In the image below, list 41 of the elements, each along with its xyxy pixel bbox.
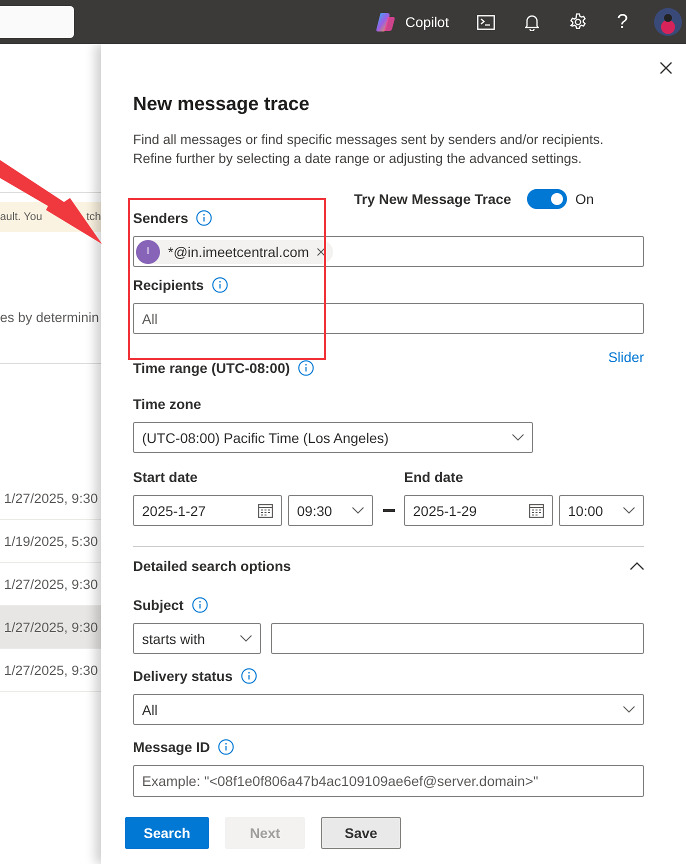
banner-text: tch: [86, 211, 101, 223]
copilot-button[interactable]: Copilot: [375, 11, 449, 33]
field-label: Start date: [133, 469, 198, 485]
button[interactable]: Save: [321, 817, 401, 849]
date-picker[interactable]: 2025-1-27: [133, 495, 282, 526]
sender-chip[interactable]: I *@in.imeetcentral.com: [136, 240, 334, 264]
field-label: Recipients: [133, 277, 204, 293]
section-label: Time range (UTC-08:00): [133, 360, 290, 376]
date-cell: 1/27/2025, 9:30: [4, 576, 98, 592]
senders-field[interactable]: I *@in.imeetcentral.com: [133, 236, 644, 267]
chip-text: *@in.imeetcentral.com: [168, 244, 310, 260]
field-label: Delivery status: [133, 668, 233, 684]
field-label: Subject: [133, 597, 184, 613]
date-cell: 1/19/2025, 5:30: [4, 534, 98, 548]
field-label: Message ID: [133, 739, 210, 755]
page-description: es by determinin: [0, 310, 100, 325]
toggle-state: On: [575, 191, 594, 207]
field-label: End date: [404, 469, 464, 485]
primary-button[interactable]: Search: [125, 817, 209, 849]
date-cell: 1/27/2025, 9:30: [4, 490, 98, 506]
panel-title: New message trace: [133, 94, 310, 116]
panel-description: Find all messages or find specific messages sent by senders and/or recipients. Refine further by selecting a date range or adjusting the advanced settings.: [133, 131, 604, 168]
date-cell: 1/27/2025, 9:30: [4, 620, 98, 634]
help-button[interactable]: ?: [616, 10, 628, 34]
field-label: Senders: [133, 210, 188, 226]
detailed-options-toggle[interactable]: Detailed search options: [133, 557, 644, 575]
recipients-field[interactable]: All: [133, 303, 644, 334]
time-dropdown[interactable]: 09:30: [288, 495, 373, 526]
message-id-field[interactable]: Example: "<08f1e0f806a47b4ac109109ae6ef@server.domain>": [133, 765, 644, 797]
banner-text: ault. You: [0, 211, 42, 223]
time-zone-dropdown[interactable]: (UTC-08:00) Pacific Time (Los Angeles): [133, 422, 533, 453]
toggle-label: Try New Message Trace: [354, 191, 512, 207]
date-picker[interactable]: 2025-1-29: [404, 495, 553, 526]
persona-initial: I: [136, 240, 160, 264]
delivery-status-dropdown[interactable]: All: [133, 694, 644, 725]
operator-dropdown[interactable]: starts with: [133, 623, 261, 654]
slider-link[interactable]: Slider: [608, 349, 644, 366]
date-cell: 1/27/2025, 9:30: [4, 662, 98, 678]
table-row[interactable]: 1/27/2025, 9:30: [0, 606, 101, 649]
field-label: Time zone: [133, 396, 202, 412]
time-dropdown[interactable]: 10:00: [559, 495, 644, 526]
